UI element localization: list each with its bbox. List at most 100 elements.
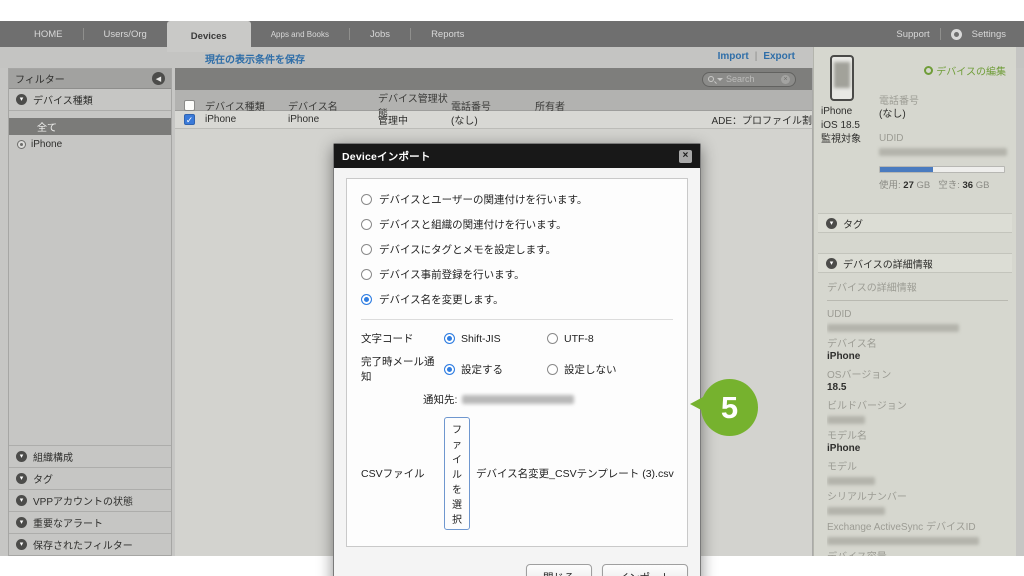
import-link[interactable]: Import bbox=[718, 51, 749, 62]
import-export-links: Import | Export bbox=[718, 51, 795, 62]
notify-to-label: 通知先: bbox=[423, 392, 457, 407]
filter-option-label: iPhone bbox=[31, 139, 62, 150]
section-label: VPPアカウントの状態 bbox=[33, 493, 133, 508]
table-row[interactable]: ✓ iPhone iPhone 管理中 (なし) ADE：プロファイル割 bbox=[175, 111, 812, 129]
radio-icon[interactable] bbox=[361, 244, 372, 255]
storage-unit: GB bbox=[976, 180, 990, 191]
option-label: デバイスとユーザーの関連付けを行います。 bbox=[379, 192, 587, 207]
radio-icon[interactable] bbox=[547, 364, 558, 375]
tab-devices[interactable]: Devices bbox=[167, 21, 251, 52]
summary-supervision: 監視対象 bbox=[821, 133, 861, 147]
field-label: シリアルナンバー bbox=[827, 492, 1008, 504]
close-button[interactable]: 閉じる bbox=[526, 564, 592, 576]
charset-option-label: UTF-8 bbox=[564, 333, 594, 345]
detail-field-serial: シリアルナンバー bbox=[827, 492, 1008, 515]
charset-label: 文字コード bbox=[361, 331, 444, 346]
charset-shiftjis-option[interactable]: Shift-JIS bbox=[444, 333, 547, 345]
sidebar-section-vpp-account[interactable]: VPPアカウントの状態 bbox=[9, 489, 171, 511]
field-label: OSバージョン bbox=[827, 370, 1008, 382]
edit-device-label: デバイスの編集 bbox=[936, 63, 1006, 78]
col-device-type[interactable]: デバイス種類 bbox=[205, 98, 288, 113]
sidebar-section-alerts[interactable]: 重要なアラート bbox=[9, 511, 171, 533]
radio-icon[interactable] bbox=[361, 194, 372, 205]
tags-section-bar[interactable]: タグ bbox=[818, 213, 1012, 233]
details-section-bar[interactable]: デバイスの詳細情報 bbox=[818, 253, 1012, 273]
filter-option-iphone[interactable]: iPhone bbox=[9, 135, 171, 153]
modal-footer: 閉じる インポート bbox=[334, 555, 700, 576]
notify-off-option[interactable]: 設定しない bbox=[547, 362, 650, 377]
storage-bar-fill bbox=[880, 167, 933, 172]
settings-link[interactable]: Settings bbox=[972, 29, 1006, 40]
sidebar-section-organization[interactable]: 組織構成 bbox=[9, 445, 171, 467]
tab-users-org[interactable]: Users/Org bbox=[84, 21, 167, 47]
notify-on-option[interactable]: 設定する bbox=[444, 362, 547, 377]
field-label: デバイス名 bbox=[827, 339, 1008, 351]
tab-apps-and-books[interactable]: Apps and Books bbox=[251, 21, 349, 47]
search-input[interactable]: Search × bbox=[702, 72, 796, 87]
edit-device-link[interactable]: デバイスの編集 bbox=[924, 63, 1006, 78]
collapse-sidebar-button[interactable]: ◀ bbox=[152, 72, 165, 85]
tab-home[interactable]: HOME bbox=[14, 21, 83, 47]
section-label: 組織構成 bbox=[33, 449, 73, 464]
charset-utf8-option[interactable]: UTF-8 bbox=[547, 333, 650, 345]
settings-gear-icon bbox=[951, 29, 962, 40]
radio-icon[interactable] bbox=[361, 269, 372, 280]
tab-reports[interactable]: Reports bbox=[411, 21, 484, 47]
row-checkbox[interactable]: ✓ bbox=[184, 114, 195, 125]
section-label: 重要なアラート bbox=[33, 515, 103, 530]
option-link-user[interactable]: デバイスとユーザーの関連付けを行います。 bbox=[361, 192, 673, 207]
option-set-tags-memo[interactable]: デバイスにタグとメモを設定します。 bbox=[361, 242, 673, 257]
radio-selected-icon[interactable] bbox=[444, 364, 455, 375]
chevron-circle-icon bbox=[16, 473, 27, 484]
notify-to-redacted-value bbox=[462, 395, 574, 404]
search-scope-arrow-icon bbox=[717, 78, 723, 81]
sidebar-section-device-type[interactable]: デバイス種類 bbox=[9, 89, 171, 111]
nav-right-group: Support Settings bbox=[896, 28, 1024, 40]
save-view-link[interactable]: 現在の表示条件を保存 bbox=[205, 51, 305, 66]
tab-jobs[interactable]: Jobs bbox=[350, 21, 410, 47]
modal-body: デバイスとユーザーの関連付けを行います。 デバイスと組織の関連付けを行います。 … bbox=[334, 168, 700, 555]
phone-screen-blur bbox=[834, 62, 850, 88]
sidebar-section-tags[interactable]: タグ bbox=[9, 467, 171, 489]
device-summary: iPhone iOS 18.5 監視対象 bbox=[821, 105, 861, 147]
modal-divider bbox=[361, 319, 673, 320]
step-callout-badge: 5 bbox=[701, 379, 758, 436]
radio-selected-icon[interactable] bbox=[444, 333, 455, 344]
chevron-circle-icon bbox=[16, 94, 27, 105]
close-icon[interactable]: × bbox=[679, 150, 692, 163]
phone-label: 電話番号 bbox=[879, 95, 1011, 108]
export-link[interactable]: Export bbox=[763, 51, 795, 62]
col-device-name[interactable]: デバイス名 bbox=[288, 98, 378, 113]
support-link[interactable]: Support bbox=[896, 29, 929, 40]
notify-row: 完了時メール通知 設定する 設定しない bbox=[361, 354, 673, 384]
clear-search-icon[interactable]: × bbox=[781, 75, 790, 84]
detail-field-model: モデル bbox=[827, 462, 1008, 485]
cell-device-type: iPhone bbox=[205, 114, 288, 125]
charset-row: 文字コード Shift-JIS UTF-8 bbox=[361, 331, 673, 346]
option-rename-device[interactable]: デバイス名を変更します。 bbox=[361, 292, 673, 307]
choose-file-button[interactable]: ファイルを選択 bbox=[444, 417, 470, 530]
filter-option-all[interactable]: 全て bbox=[9, 118, 171, 135]
radio-icon[interactable] bbox=[547, 333, 558, 344]
detail-field-capacity: デバイス容量 bbox=[827, 552, 1008, 556]
chevron-circle-icon bbox=[16, 539, 27, 550]
chevron-circle-icon bbox=[826, 218, 837, 229]
option-preregister[interactable]: デバイス事前登録を行います。 bbox=[361, 267, 673, 282]
csv-label: CSVファイル bbox=[361, 466, 444, 481]
radio-icon[interactable] bbox=[361, 219, 372, 230]
csv-file-row: CSVファイル ファイルを選択 デバイス名変更_CSVテンプレート (3).cs… bbox=[361, 417, 673, 530]
col-phone-number[interactable]: 電話番号 bbox=[451, 98, 535, 113]
modal-title: Deviceインポート bbox=[342, 149, 431, 164]
iphone-thumbnail-icon bbox=[830, 55, 854, 101]
select-all-checkbox[interactable] bbox=[184, 100, 195, 111]
sidebar-section-saved-filters[interactable]: 保存されたフィルター bbox=[9, 533, 171, 555]
import-button[interactable]: インポート bbox=[602, 564, 689, 576]
field-value: 18.5 bbox=[827, 382, 1008, 394]
filter-sidebar: フィルター ◀ デバイス種類 全て iPhone 組織構成 タグ VPPアカウン… bbox=[8, 68, 172, 556]
modal-title-bar: Deviceインポート × bbox=[334, 144, 700, 168]
modal-inner-box: デバイスとユーザーの関連付けを行います。 デバイスと組織の関連付けを行います。 … bbox=[346, 178, 688, 547]
option-link-org[interactable]: デバイスと組織の関連付けを行います。 bbox=[361, 217, 673, 232]
notify-option-label: 設定しない bbox=[564, 362, 617, 377]
radio-selected-icon[interactable] bbox=[361, 294, 372, 305]
col-owner[interactable]: 所有者 bbox=[535, 98, 812, 113]
